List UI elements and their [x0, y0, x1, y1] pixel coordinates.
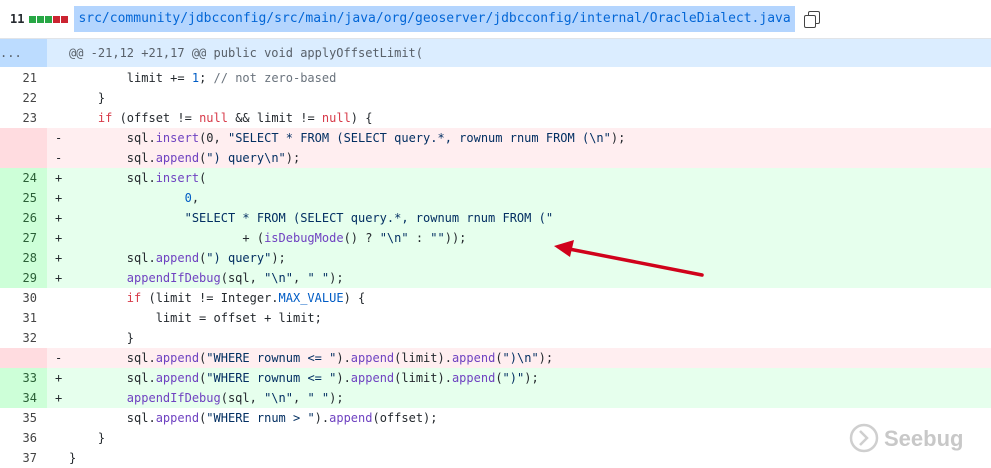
code-text: limit = offset + limit;: [69, 311, 322, 325]
copy-icon[interactable]: [803, 10, 821, 28]
line-number[interactable]: [0, 148, 47, 168]
diff-line: 30 if (limit != Integer.MAX_VALUE) {: [0, 288, 991, 308]
code-text: sql.append("WHERE rnum > ").append(offse…: [69, 411, 438, 425]
diff-sign: -: [55, 151, 63, 165]
line-number[interactable]: 26: [0, 208, 47, 228]
diff-stat-block: [53, 15, 61, 23]
diff-line: 23 if (offset != null && limit != null) …: [0, 108, 991, 128]
added-line: 29 + appendIfDebug(sql, "\n", " ");: [0, 268, 991, 288]
added-line: 28 + sql.append(") query");: [0, 248, 991, 268]
hunk-header: ... @@ -21,12 +21,17 @@ public void appl…: [0, 39, 991, 67]
line-number[interactable]: 23: [0, 108, 47, 128]
diff-sign: -: [55, 131, 63, 145]
diff-sign: +: [55, 271, 63, 285]
line-number[interactable]: 30: [0, 288, 47, 308]
code-text: }: [69, 451, 77, 465]
code-text: 0,: [184, 191, 200, 205]
line-number[interactable]: 37: [0, 448, 47, 468]
code-text: limit += 1; // not zero-based: [69, 71, 337, 85]
diff-stat-bar: [29, 15, 69, 23]
watermark: Seebug: [848, 420, 988, 460]
line-number[interactable]: 21: [0, 68, 47, 88]
diff-line: 32 }: [0, 328, 991, 348]
diff-stat-block: [37, 15, 45, 23]
deleted-line: - sql.append(") query\n");: [0, 148, 991, 168]
seebug-logo-icon: [849, 423, 879, 453]
line-number[interactable]: 33: [0, 368, 47, 388]
added-line: 27 + + (isDebugMode() ? "\n" : ""));: [0, 228, 991, 248]
code-text: sql.append(") query");: [69, 251, 286, 265]
code-text: appendIfDebug(sql, "\n", " ");: [126, 391, 344, 405]
diff-sign: +: [55, 231, 63, 245]
code-text: }: [69, 431, 106, 445]
line-number[interactable]: 28: [0, 248, 47, 268]
code-text: sql.insert(: [69, 171, 207, 185]
line-number[interactable]: 34: [0, 388, 47, 408]
diff-lines: 21 limit += 1; // not zero-based 22 } 23…: [0, 68, 991, 468]
diff-stat-block: [61, 15, 69, 23]
file-header: 11 src/community/jdbcconfig/src/main/jav…: [0, 0, 991, 39]
diff-sign: -: [55, 351, 63, 365]
code-text: + (isDebugMode() ? "\n" : ""));: [69, 231, 467, 245]
diff-line: 31 limit = offset + limit;: [0, 308, 991, 328]
line-number[interactable]: 22: [0, 88, 47, 108]
diff-sign: +: [55, 211, 63, 225]
expand-hunk-button[interactable]: ...: [0, 39, 47, 67]
line-number[interactable]: 29: [0, 268, 47, 288]
line-number[interactable]: 27: [0, 228, 47, 248]
deleted-line: - sql.append("WHERE rownum <= ").append(…: [0, 348, 991, 368]
diff-sign: +: [55, 371, 63, 385]
added-line: 26 + "SELECT * FROM (SELECT query.*, rown…: [0, 208, 991, 228]
code-text: sql.append("WHERE rownum <= ").append(li…: [69, 351, 554, 365]
diff-stat-block: [29, 15, 37, 23]
code-text: "SELECT * FROM (SELECT query.*, rownum r…: [184, 211, 554, 225]
line-number[interactable]: [0, 348, 47, 368]
added-line: 24 + sql.insert(: [0, 168, 991, 188]
code-text: if (offset != null && limit != null) {: [97, 111, 373, 125]
hunk-header-text: @@ -21,12 +21,17 @@ public void applyOff…: [69, 46, 424, 60]
diff-stat-block: [45, 15, 53, 23]
code-text: }: [69, 91, 106, 105]
diff-sign: +: [55, 171, 63, 185]
change-count: 11: [10, 12, 25, 26]
diff-line: 35 sql.append("WHERE rnum > ").append(of…: [0, 408, 991, 428]
diff-sign: +: [55, 251, 63, 265]
code-text: sql.append("WHERE rownum <= ").append(li…: [69, 371, 539, 385]
diff-sign: +: [55, 191, 63, 205]
line-number[interactable]: 25: [0, 188, 47, 208]
code-text: }: [69, 331, 135, 345]
code-text: sql.insert(0, "SELECT * FROM (SELECT que…: [69, 131, 626, 145]
line-number[interactable]: 31: [0, 308, 47, 328]
added-line: 33 + sql.append("WHERE rownum <= ").appen…: [0, 368, 991, 388]
file-path-link[interactable]: src/community/jdbcconfig/src/main/java/o…: [74, 6, 795, 32]
line-number[interactable]: [0, 128, 47, 148]
line-number[interactable]: 24: [0, 168, 47, 188]
code-text: if (limit != Integer.MAX_VALUE) {: [126, 291, 366, 305]
line-number[interactable]: 32: [0, 328, 47, 348]
deleted-line: - sql.insert(0, "SELECT * FROM (SELECT q…: [0, 128, 991, 148]
diff-line: 21 limit += 1; // not zero-based: [0, 68, 991, 88]
diff-line: 37}: [0, 448, 991, 468]
diff-sign: +: [55, 391, 63, 405]
code-text: sql.append(") query\n");: [69, 151, 301, 165]
diff-line: 22 }: [0, 88, 991, 108]
diff-line: 36 }: [0, 428, 991, 448]
annotation-arrow: [554, 240, 704, 277]
added-line: 34 + appendIfDebug(sql, "\n", " ");: [0, 388, 991, 408]
added-line: 25 + 0,: [0, 188, 991, 208]
line-number[interactable]: 35: [0, 408, 47, 428]
watermark-text: Seebug: [884, 426, 964, 451]
line-number[interactable]: 36: [0, 428, 47, 448]
code-text: appendIfDebug(sql, "\n", " ");: [126, 271, 344, 285]
